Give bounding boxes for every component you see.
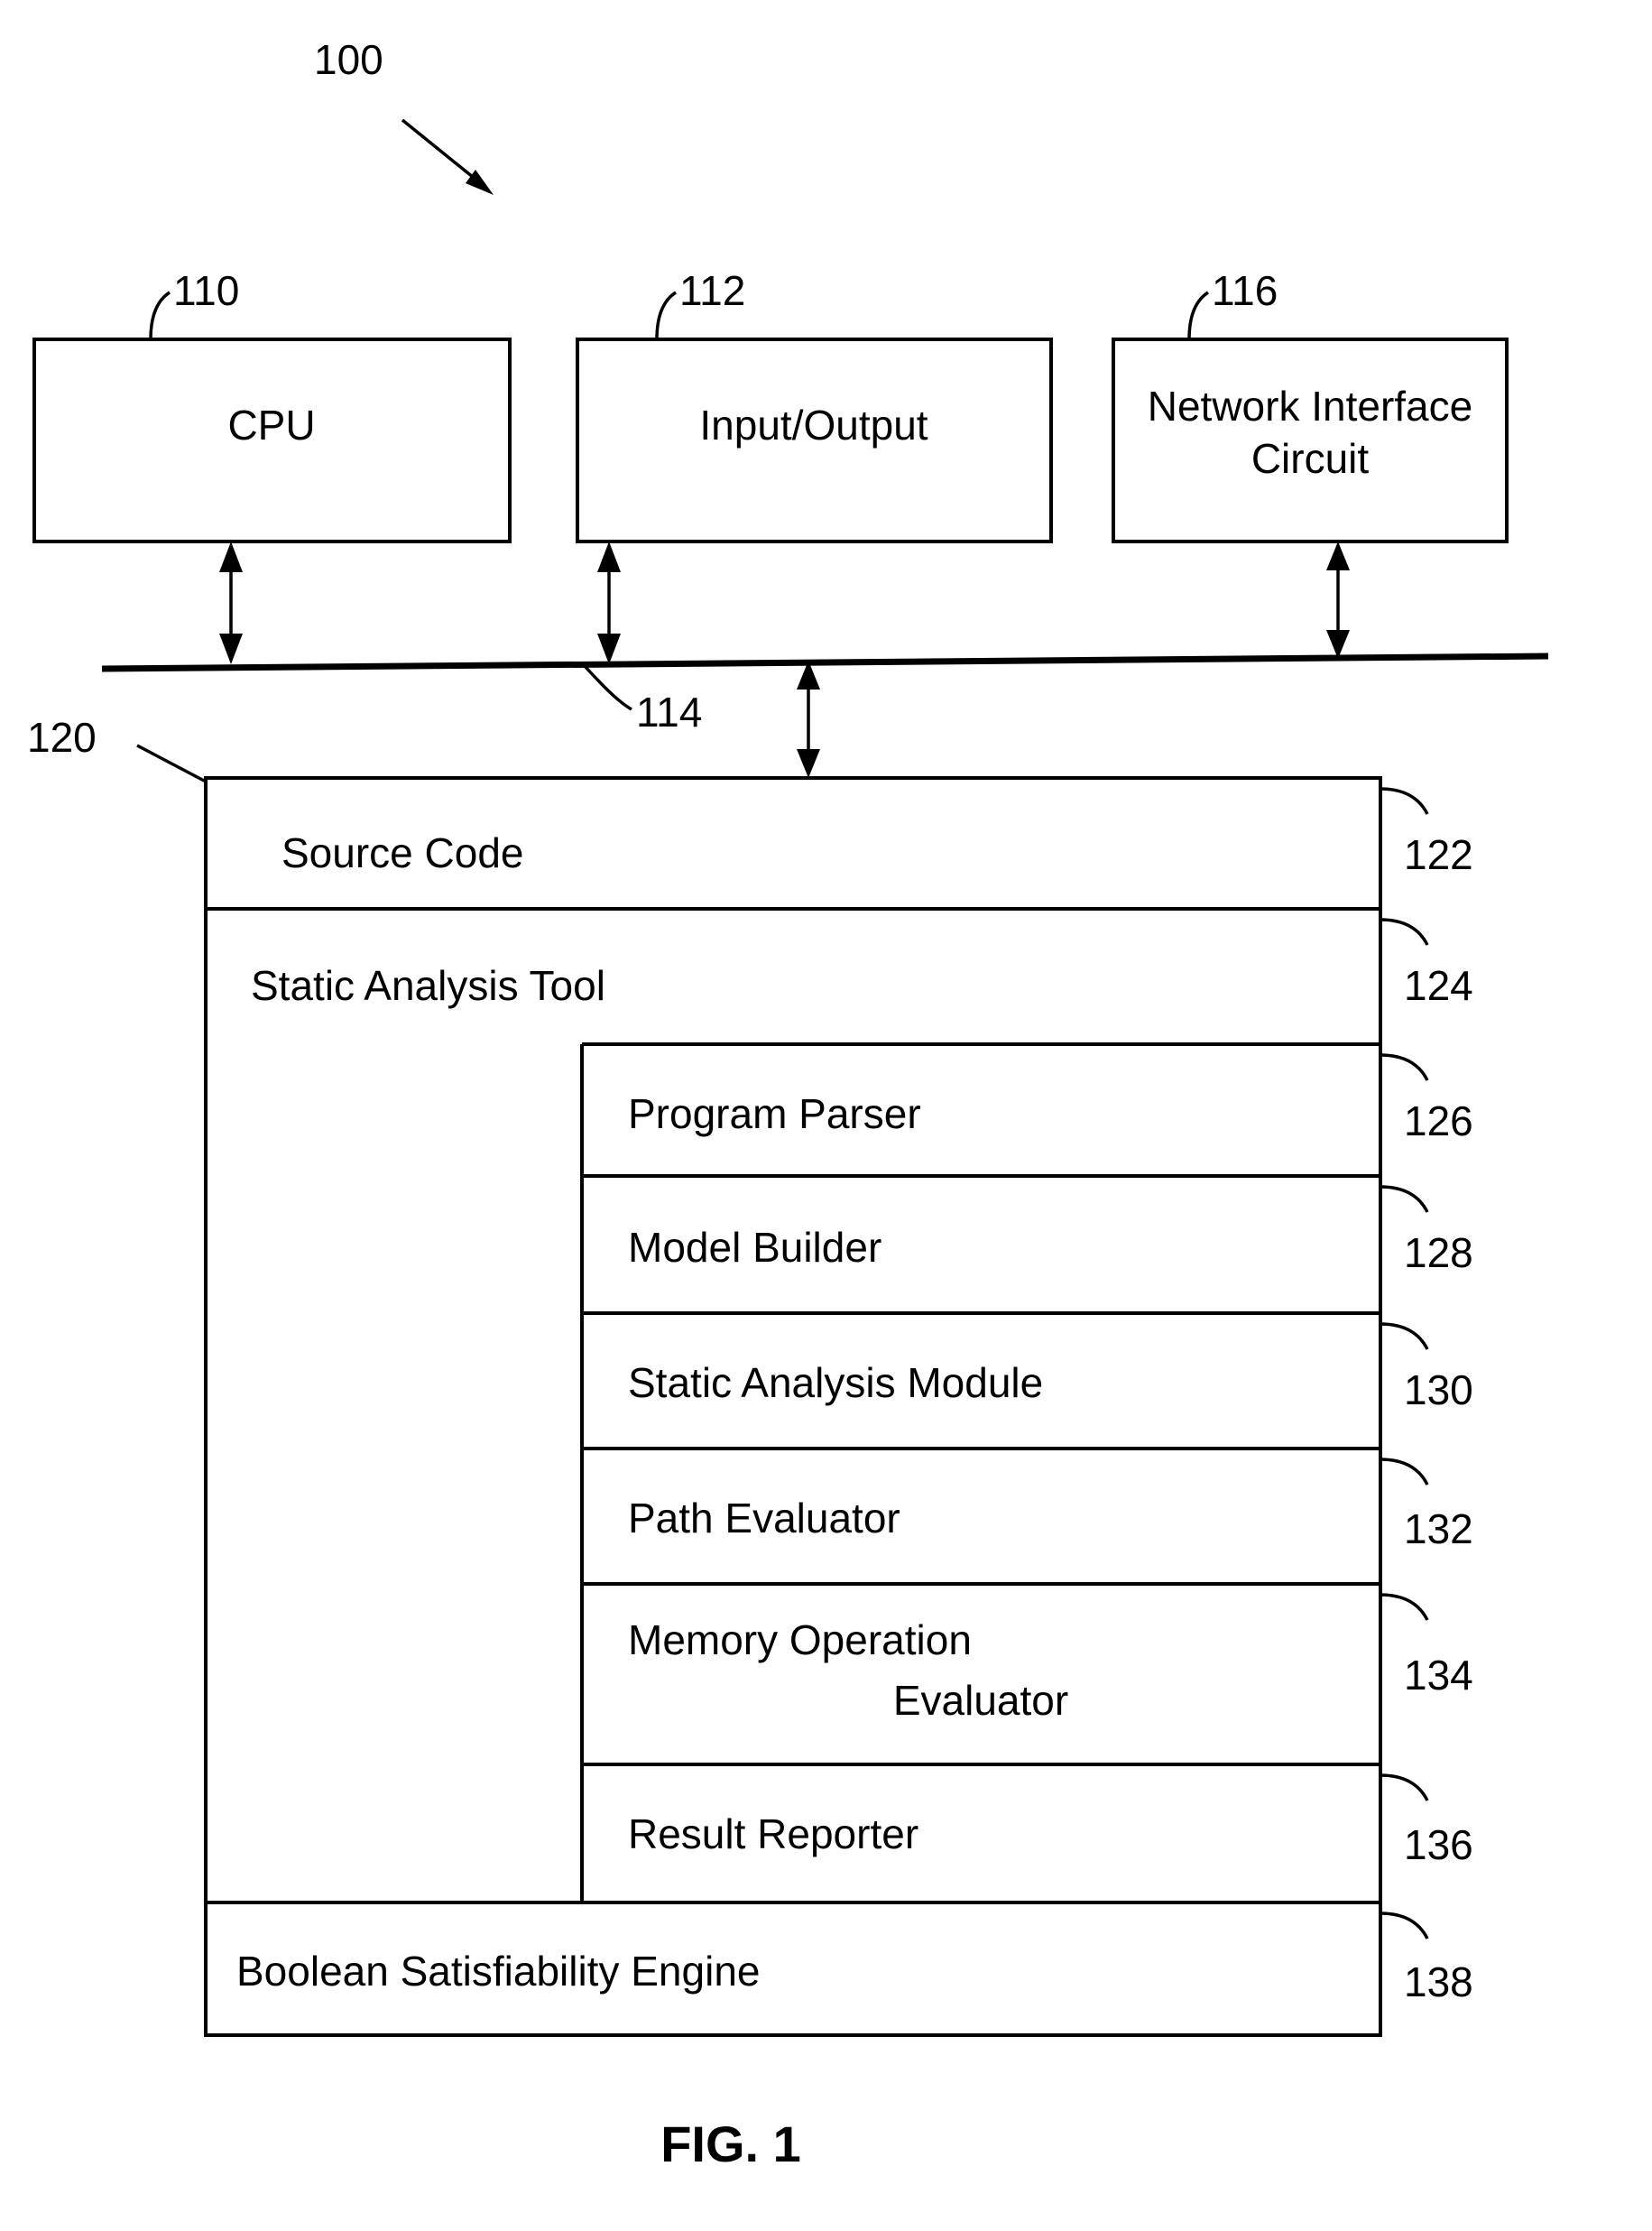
- ref-label-114: 114: [636, 689, 702, 736]
- memory-row-source-code: Source Code 122: [206, 787, 1473, 911]
- result-reporter-leader-hook: [1380, 1773, 1429, 1801]
- static-analysis-tool-leader-hook: [1380, 918, 1429, 946]
- ref-label-138: 138: [1404, 1958, 1473, 2005]
- network-interface-leader-line: [1187, 291, 1210, 340]
- ref-label-100: 100: [314, 36, 383, 83]
- result-reporter-label: Result Reporter: [628, 1810, 918, 1857]
- path-evaluator-leader-hook: [1380, 1458, 1429, 1486]
- network-interface-circuit-label-line1: Network Interface: [1148, 383, 1472, 430]
- module-model-builder: Model Builder 128: [582, 1174, 1473, 1276]
- network-interface-bus-connector-arrow: [1326, 542, 1350, 659]
- static-analysis-module-leader-hook: [1380, 1322, 1429, 1350]
- module-program-parser: Program Parser 126: [582, 1042, 1473, 1144]
- memory-operation-evaluator-leader-hook: [1380, 1593, 1429, 1621]
- bus-line: [101, 653, 1549, 672]
- bus-memory-connector-arrow: [797, 661, 820, 778]
- memory-row-boolean-satisfiability-engine: Boolean Satisfiability Engine 138: [206, 1901, 1473, 2005]
- ref-label-132: 132: [1404, 1505, 1473, 1552]
- bus-leader-line: [583, 664, 632, 711]
- ref-label-128: 128: [1404, 1229, 1473, 1276]
- source-code-label: Source Code: [281, 829, 524, 876]
- module-path-evaluator: Path Evaluator 132: [582, 1447, 1473, 1552]
- ref-label-120: 120: [27, 714, 97, 761]
- source-code-leader-hook: [1380, 787, 1429, 815]
- ref-label-136: 136: [1404, 1821, 1473, 1868]
- boolean-satisfiability-engine-leader-hook: [1380, 1912, 1429, 1939]
- memory-operation-evaluator-label-line2: Evaluator: [893, 1677, 1068, 1724]
- ref-label-130: 130: [1404, 1366, 1473, 1413]
- ref-label-134: 134: [1404, 1652, 1473, 1699]
- module-result-reporter: Result Reporter 136: [582, 1763, 1473, 1868]
- module-memory-operation-evaluator: Memory Operation Evaluator 134: [582, 1582, 1473, 1724]
- ref-label-126: 126: [1404, 1097, 1473, 1144]
- program-parser-label: Program Parser: [628, 1090, 921, 1137]
- static-analysis-tool-label: Static Analysis Tool: [251, 962, 605, 1009]
- cpu-leader-line: [149, 291, 171, 340]
- network-interface-circuit-label-line2: Circuit: [1251, 435, 1370, 482]
- system-pointer-line: [401, 118, 485, 187]
- memory-reference-120: 120: [27, 714, 207, 783]
- cpu-box-label: CPU: [227, 402, 315, 449]
- system-bus: 114: [101, 653, 1549, 736]
- cpu-bus-connector-arrow: [219, 542, 243, 664]
- path-evaluator-label: Path Evaluator: [628, 1495, 900, 1541]
- input-output-box-label: Input/Output: [699, 402, 928, 449]
- memory-row-static-analysis-tool: Static Analysis Tool 124: [251, 918, 1473, 1009]
- program-parser-leader-hook: [1380, 1053, 1429, 1081]
- module-static-analysis-module: Static Analysis Module 130: [582, 1311, 1473, 1413]
- input-output-bus-connector-arrow: [597, 542, 621, 664]
- model-builder-leader-hook: [1380, 1185, 1429, 1213]
- figure-caption: FIG. 1: [660, 2115, 801, 2172]
- memory-leader-line: [136, 744, 207, 783]
- boolean-satisfiability-engine-label: Boolean Satisfiability Engine: [236, 1948, 760, 1995]
- input-output-block: Input/Output 112: [576, 267, 1053, 543]
- ref-label-116: 116: [1212, 267, 1278, 314]
- system-reference-100: 100: [314, 36, 494, 195]
- ref-label-122: 122: [1404, 831, 1473, 878]
- ref-label-110: 110: [173, 267, 239, 314]
- ref-label-112: 112: [679, 267, 745, 314]
- network-interface-circuit-block: Network Interface Circuit 116: [1112, 267, 1509, 543]
- input-output-leader-line: [655, 291, 678, 340]
- figure-1-diagram: 100 CPU 110 Input/Output 112 Network Int…: [27, 36, 1549, 2172]
- static-analysis-module-label: Static Analysis Module: [628, 1359, 1043, 1406]
- cpu-block: CPU 110: [32, 267, 512, 543]
- model-builder-label: Model Builder: [628, 1224, 881, 1271]
- memory-operation-evaluator-label-line1: Memory Operation: [628, 1616, 972, 1663]
- ref-label-124: 124: [1404, 962, 1473, 1009]
- patent-figure-page: 100 CPU 110 Input/Output 112 Network Int…: [0, 0, 1652, 2231]
